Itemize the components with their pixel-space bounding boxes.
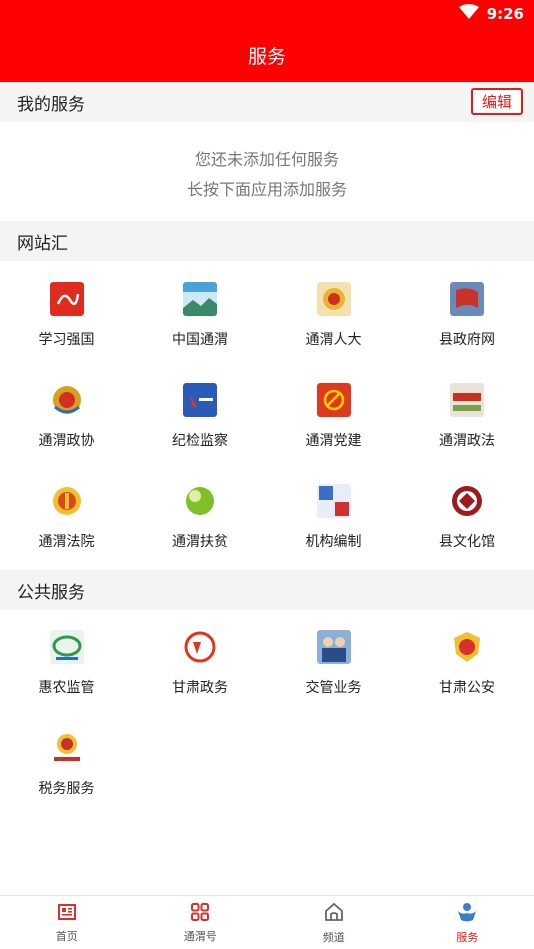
gansu-government-icon — [183, 630, 217, 664]
service-item-label: 甘肃政务 — [172, 680, 228, 696]
nav-tab-label: 首页 — [55, 929, 78, 943]
farm-benefit-icon — [49, 630, 84, 664]
party-building-icon — [316, 383, 351, 417]
service-item-label: 惠农监管 — [38, 680, 95, 696]
service-item[interactable]: 县文化馆 — [401, 484, 534, 584]
police-badge-icon — [450, 630, 484, 664]
service-item[interactable]: 甘肃公安 — [401, 630, 534, 730]
service-item[interactable]: 学习强国 — [0, 282, 133, 382]
service-item[interactable]: 通渭党建 — [267, 383, 400, 483]
home-news-icon — [57, 902, 77, 926]
edit-button[interactable]: 编辑 — [471, 88, 523, 115]
service-item-label: 县文化馆 — [439, 534, 495, 550]
service-item[interactable]: 纪检监察 — [134, 383, 267, 483]
service-item[interactable]: 中国通渭 — [134, 282, 267, 382]
house-outline-icon — [323, 901, 345, 927]
county-government-icon — [450, 282, 484, 316]
service-item-label: 学习强国 — [38, 332, 95, 348]
service-item[interactable]: 通渭扶贫 — [134, 484, 267, 584]
poverty-relief-icon — [183, 484, 217, 518]
service-item-label: 通渭党建 — [305, 433, 362, 449]
service-item[interactable]: 县政府网 — [401, 282, 534, 382]
service-item[interactable]: 交管业务 — [267, 630, 400, 730]
service-item-label: 通渭政协 — [38, 433, 95, 449]
service-item[interactable]: 通渭法院 — [0, 484, 133, 584]
tax-emblem-icon — [50, 731, 84, 765]
court-emblem-icon — [50, 484, 84, 518]
grid-apps-icon — [190, 902, 210, 926]
websites-header: 网站汇 — [0, 221, 534, 261]
service-item-label: 中国通渭 — [172, 332, 228, 348]
page-title: 服务 — [247, 45, 286, 68]
service-item[interactable]: 甘肃政务 — [134, 630, 267, 730]
service-item-label: 通渭政法 — [439, 433, 495, 449]
websites-title: 网站汇 — [17, 233, 68, 254]
public-services-title: 公共服务 — [17, 582, 85, 603]
service-item-label: 纪检监察 — [172, 433, 228, 449]
status-time: 9:26 — [486, 5, 524, 23]
service-item[interactable]: 通渭政协 — [0, 383, 133, 483]
traffic-police-icon — [316, 630, 351, 664]
service-item-label: 县政府网 — [439, 332, 495, 348]
nav-tab[interactable]: 频道 — [267, 896, 401, 949]
nav-tab[interactable]: 服务 — [401, 896, 534, 949]
tongwei-renda-icon — [316, 282, 351, 316]
service-item-label: 交管业务 — [305, 680, 362, 696]
tongwei-zhengxie-icon — [50, 383, 84, 417]
service-item-label: 通渭法院 — [38, 534, 95, 550]
service-item[interactable]: 通渭人大 — [267, 282, 400, 382]
empty-message-line1: 您还未添加任何服务 — [194, 150, 339, 169]
institution-staffing-icon — [316, 484, 351, 518]
empty-message-line2: 长按下面应用添加服务 — [186, 180, 347, 199]
app-header: 服务 — [0, 28, 534, 82]
service-item[interactable]: 机构编制 — [267, 484, 400, 584]
status-bar: 9:26 — [0, 0, 534, 28]
nav-tab[interactable]: 通渭号 — [134, 896, 268, 949]
service-person-icon — [456, 901, 478, 927]
my-services-header: 我的服务 编辑 — [0, 82, 534, 122]
nav-tab-label: 通渭号 — [183, 929, 217, 943]
service-item-label: 通渭扶贫 — [172, 534, 228, 550]
service-item[interactable]: 通渭政法 — [401, 383, 534, 483]
nav-tab-label: 服务 — [456, 930, 479, 944]
bottom-navigation: 首页 通渭号 频道 服务 — [0, 895, 534, 949]
service-item[interactable]: 惠农监管 — [0, 630, 133, 730]
discipline-inspection-icon — [183, 383, 217, 417]
service-item-label: 通渭人大 — [305, 332, 362, 348]
service-item[interactable]: 税务服务 — [0, 731, 133, 831]
politics-law-icon — [450, 383, 484, 417]
nav-tab[interactable]: 首页 — [0, 896, 134, 949]
service-item-label: 税务服务 — [38, 781, 95, 797]
status-indicators: 9:26 — [458, 4, 524, 24]
service-item-label: 甘肃公安 — [439, 680, 495, 696]
xuexi-qiangguo-icon — [49, 282, 84, 316]
service-item-label: 机构编制 — [305, 534, 362, 550]
wifi-icon — [458, 4, 479, 24]
public-services-header: 公共服务 — [0, 570, 534, 610]
nav-tab-label: 频道 — [322, 930, 345, 944]
zhongguo-tongwei-icon — [183, 282, 217, 316]
my-services-title: 我的服务 — [17, 94, 85, 115]
cultural-center-icon — [450, 484, 484, 518]
